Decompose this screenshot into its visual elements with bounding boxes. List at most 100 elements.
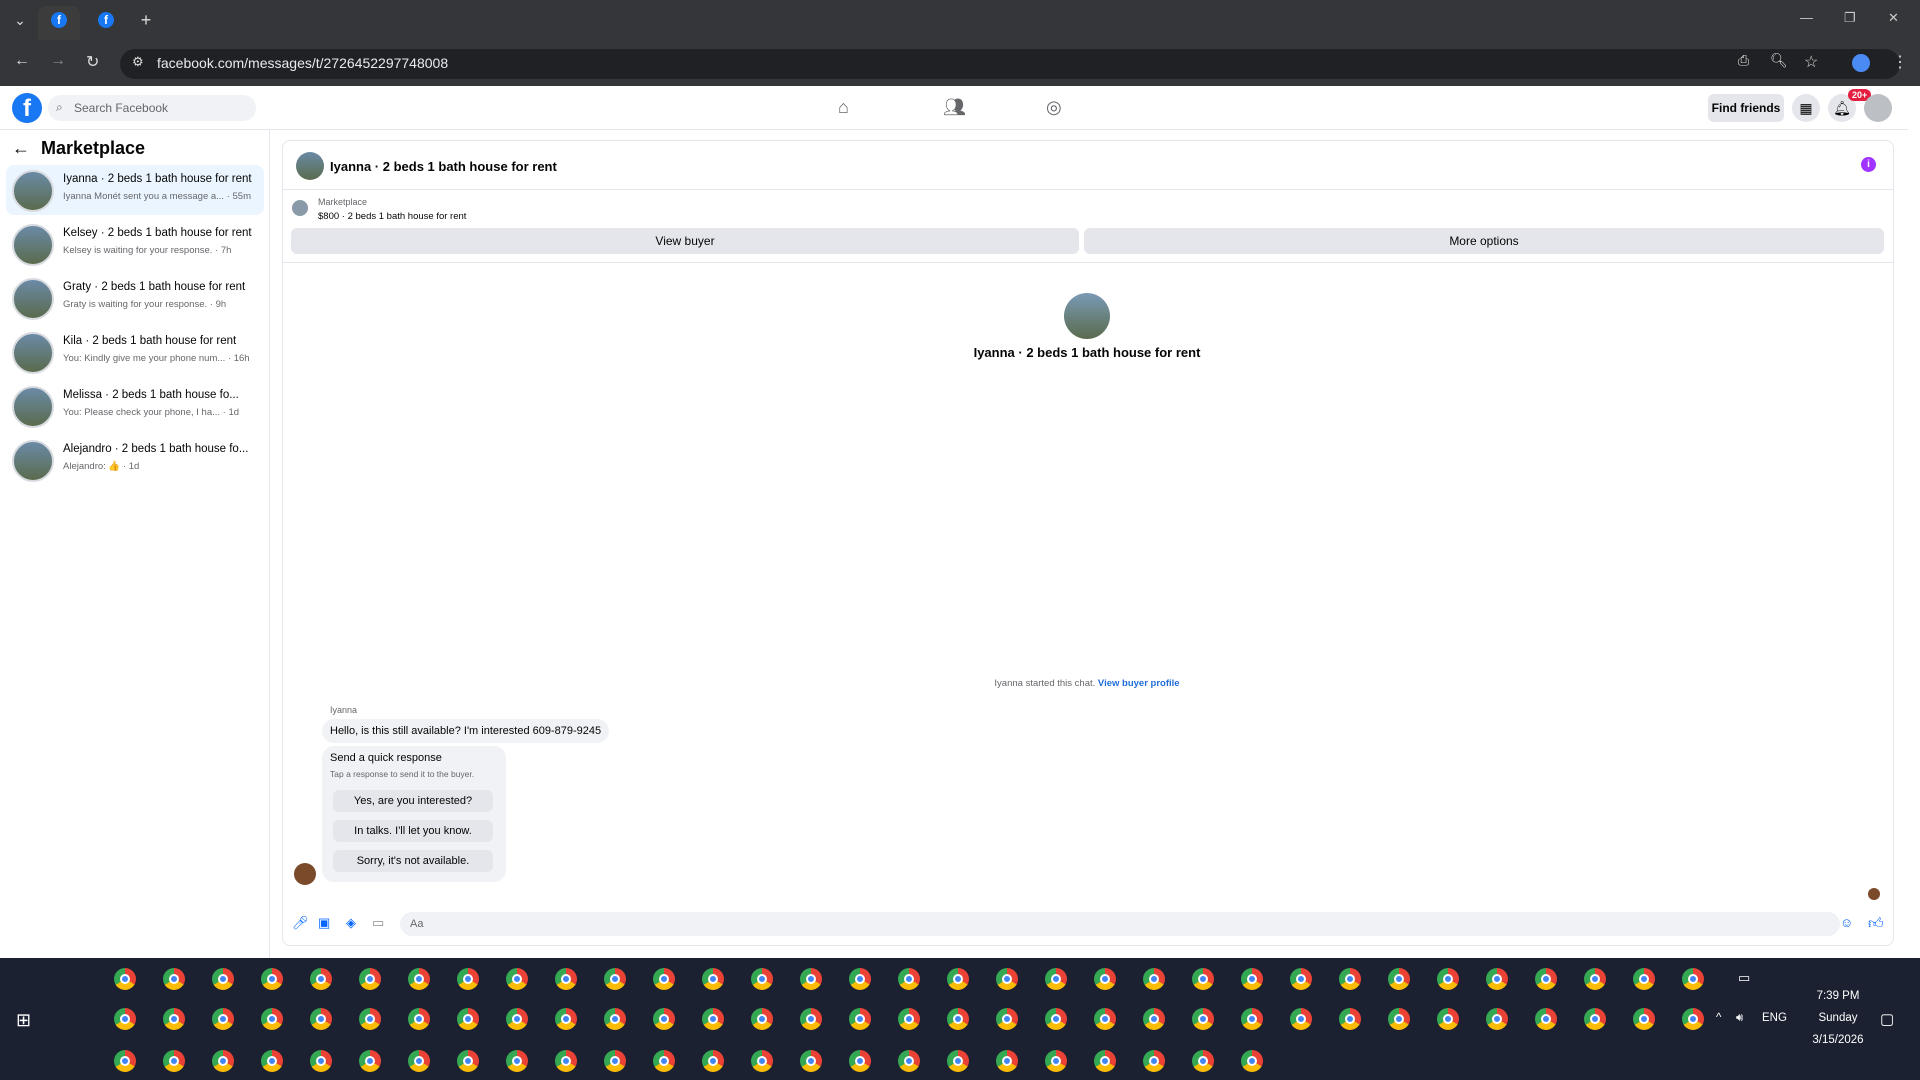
- taskbar-chrome-icon[interactable]: [947, 1008, 969, 1030]
- taskbar-chrome-icon[interactable]: [947, 1050, 969, 1072]
- site-info-icon[interactable]: ⚙: [132, 54, 144, 70]
- taskbar-chrome-icon[interactable]: [1584, 968, 1606, 990]
- taskbar-chrome-icon[interactable]: [261, 968, 283, 990]
- quick-response-yes[interactable]: Yes, are you interested?: [333, 790, 493, 812]
- taskbar-chrome-icon[interactable]: [1192, 968, 1214, 990]
- zoom-icon[interactable]: 🔍︎: [1770, 52, 1788, 69]
- taskbar-chrome-icon[interactable]: [310, 968, 332, 990]
- taskbar-chrome-icon[interactable]: [604, 1008, 626, 1030]
- taskbar-chrome-icon[interactable]: [1682, 1008, 1704, 1030]
- find-friends-button[interactable]: Find friends: [1708, 94, 1784, 122]
- taskbar-chrome-icon[interactable]: [114, 1008, 136, 1030]
- taskbar-chrome-icon[interactable]: [653, 1050, 675, 1072]
- clock-day[interactable]: Sunday: [1806, 1012, 1870, 1024]
- microphone-icon[interactable]: 🎤︎: [292, 915, 309, 931]
- install-app-icon[interactable]: ⎙: [1738, 52, 1749, 69]
- taskbar-chrome-icon[interactable]: [359, 968, 381, 990]
- taskbar-chrome-icon[interactable]: [457, 1050, 479, 1072]
- taskbar-chrome-icon[interactable]: [457, 968, 479, 990]
- clock-time[interactable]: 7:39 PM: [1806, 990, 1870, 1002]
- quick-response-in-talks[interactable]: In talks. I'll let you know.: [333, 820, 493, 842]
- taskbar-chrome-icon[interactable]: [1535, 1008, 1557, 1030]
- taskbar-chrome-icon[interactable]: [751, 1050, 773, 1072]
- taskbar-chrome-icon[interactable]: [261, 1008, 283, 1030]
- search-input[interactable]: Search Facebook: [48, 95, 256, 121]
- facebook-logo[interactable]: f: [12, 93, 42, 123]
- taskbar-chrome-icon[interactable]: [800, 968, 822, 990]
- taskbar-chrome-icon[interactable]: [996, 968, 1018, 990]
- reload-icon[interactable]: ↻: [86, 52, 99, 72]
- emoji-icon[interactable]: ☺: [1840, 915, 1853, 930]
- taskbar-chrome-icon[interactable]: [1633, 968, 1655, 990]
- like-thumb-icon[interactable]: 👍︎: [1868, 915, 1884, 933]
- taskbar-chrome-icon[interactable]: [702, 968, 724, 990]
- sticker-icon[interactable]: ◈: [346, 915, 356, 931]
- taskbar-chrome-icon[interactable]: [898, 968, 920, 990]
- back-arrow-icon[interactable]: ←: [12, 138, 30, 158]
- taskbar-chrome-icon[interactable]: [1584, 1008, 1606, 1030]
- taskbar-chrome-icon[interactable]: [1290, 968, 1312, 990]
- taskbar-chrome-icon[interactable]: [702, 1050, 724, 1072]
- taskbar-chrome-icon[interactable]: [1241, 1008, 1263, 1030]
- language-indicator[interactable]: ENG: [1762, 1012, 1787, 1024]
- taskbar-chrome-icon[interactable]: [996, 1008, 1018, 1030]
- taskbar-chrome-icon[interactable]: [1486, 1008, 1508, 1030]
- taskbar-chrome-icon[interactable]: [212, 1008, 234, 1030]
- notifications-center-icon[interactable]: ▢: [1880, 1010, 1894, 1028]
- bookmark-star-icon[interactable]: ☆: [1804, 52, 1818, 72]
- taskbar-chrome-icon[interactable]: [1437, 968, 1459, 990]
- close-window-icon[interactable]: ✕: [1888, 10, 1899, 26]
- taskbar-chrome-icon[interactable]: [1192, 1008, 1214, 1030]
- taskbar-chrome-icon[interactable]: [653, 968, 675, 990]
- taskbar-chrome-icon[interactable]: [849, 1008, 871, 1030]
- taskbar-chrome-icon[interactable]: [1045, 1008, 1067, 1030]
- conversation-item[interactable]: Iyanna · 2 beds 1 bath house for rent Iya…: [6, 165, 264, 215]
- conversation-item[interactable]: Kila · 2 beds 1 bath house for rent You: …: [6, 327, 264, 377]
- browser-menu-icon[interactable]: ⋮: [1892, 52, 1908, 72]
- taskbar-chrome-icon[interactable]: [1682, 968, 1704, 990]
- taskbar-chrome-icon[interactable]: [751, 1008, 773, 1030]
- back-icon[interactable]: ←: [14, 52, 30, 70]
- conversation-item[interactable]: Graty · 2 beds 1 bath house for rent Grat…: [6, 273, 264, 323]
- taskbar-chrome-icon[interactable]: [653, 1008, 675, 1030]
- groups-icon[interactable]: ◎: [1046, 97, 1062, 118]
- conversation-item[interactable]: Kelsey · 2 beds 1 bath house for rent Kel…: [6, 219, 264, 269]
- message-input[interactable]: Aa: [400, 912, 1840, 936]
- browser-tab-2[interactable]: f: [92, 8, 120, 32]
- taskbar-chrome-icon[interactable]: [800, 1008, 822, 1030]
- taskbar-chrome-icon[interactable]: [1437, 1008, 1459, 1030]
- message-bubble[interactable]: Hello, is this still available? I'm inte…: [322, 719, 610, 743]
- taskbar-chrome-icon[interactable]: [1045, 1050, 1067, 1072]
- taskbar-chrome-icon[interactable]: [114, 968, 136, 990]
- taskbar-chrome-icon[interactable]: [555, 1050, 577, 1072]
- taskbar-chrome-icon[interactable]: [751, 968, 773, 990]
- taskbar-chrome-icon[interactable]: [849, 968, 871, 990]
- tab-search-chevron-icon[interactable]: ⌄: [6, 8, 34, 32]
- taskbar-chrome-icon[interactable]: [800, 1050, 822, 1072]
- taskbar-chrome-icon[interactable]: [1094, 968, 1116, 990]
- taskbar-chrome-icon[interactable]: [604, 1050, 626, 1072]
- menu-grid-icon[interactable]: ▦: [1792, 94, 1820, 122]
- taskbar-chrome-icon[interactable]: [1143, 968, 1165, 990]
- forward-icon[interactable]: →: [50, 52, 66, 70]
- taskbar-chrome-icon[interactable]: [408, 968, 430, 990]
- taskbar-chrome-icon[interactable]: [457, 1008, 479, 1030]
- taskbar-chrome-icon[interactable]: [310, 1008, 332, 1030]
- taskbar-chrome-icon[interactable]: [702, 1008, 724, 1030]
- restore-icon[interactable]: ❐: [1844, 10, 1856, 26]
- view-buyer-profile-link[interactable]: View buyer profile: [1098, 678, 1180, 689]
- taskbar-chrome-icon[interactable]: [996, 1050, 1018, 1072]
- taskbar-chrome-icon[interactable]: [947, 968, 969, 990]
- quick-response-sorry[interactable]: Sorry, it's not available.: [333, 850, 493, 872]
- conversation-item[interactable]: Alejandro · 2 beds 1 bath house fo... Ale…: [6, 435, 264, 485]
- taskbar-chrome-icon[interactable]: [359, 1008, 381, 1030]
- taskbar-chrome-icon[interactable]: [849, 1050, 871, 1072]
- taskbar-chrome-icon[interactable]: [359, 1050, 381, 1072]
- new-tab-button[interactable]: +: [132, 8, 160, 32]
- view-buyer-button[interactable]: View buyer: [291, 228, 1079, 254]
- taskbar-chrome-icon[interactable]: [506, 1008, 528, 1030]
- taskbar-chrome-icon[interactable]: [1143, 1050, 1165, 1072]
- taskbar-chrome-icon[interactable]: [1535, 968, 1557, 990]
- taskbar-chrome-icon[interactable]: [898, 1008, 920, 1030]
- minimize-icon[interactable]: —: [1800, 10, 1813, 25]
